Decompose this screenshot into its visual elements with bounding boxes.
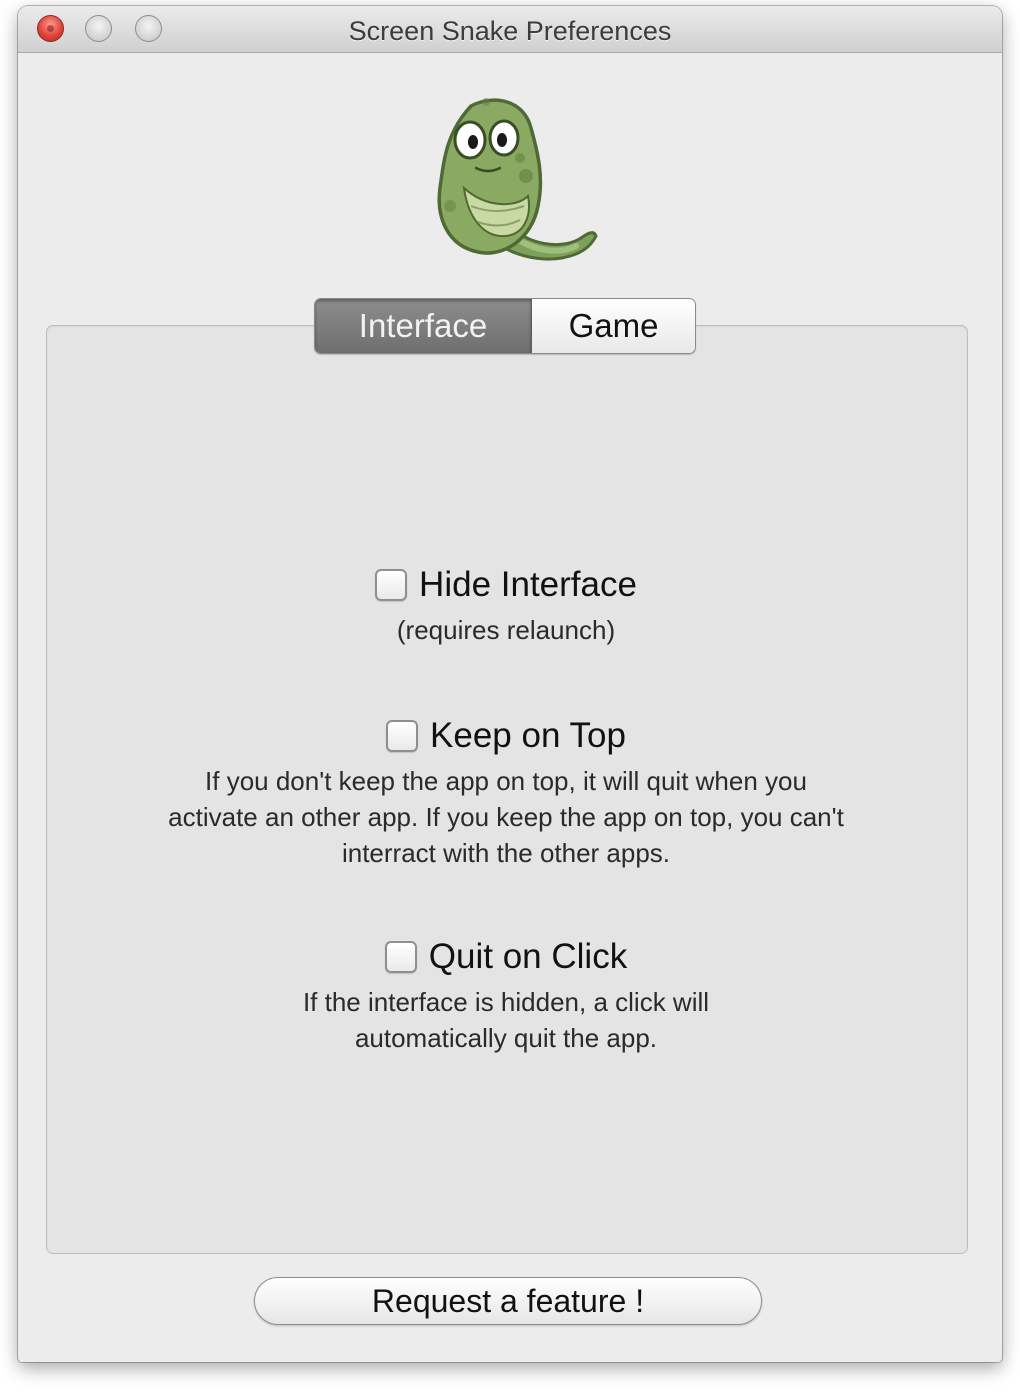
description-line: If the interface is hidden, a click will xyxy=(302,987,710,1017)
description-line: automatically quit the app. xyxy=(354,1023,658,1053)
keep-on-top-description: If you don't keep the app on top, it wil… xyxy=(46,763,966,871)
preferences-window: Screen Snake Preferences Interface Game … xyxy=(18,6,1002,1362)
title-bar[interactable]: Screen Snake Preferences xyxy=(18,6,1002,53)
tab-interface[interactable]: Interface xyxy=(315,299,532,353)
window-title: Screen Snake Preferences xyxy=(348,16,672,46)
hide-interface-label[interactable]: Hide Interface xyxy=(419,565,637,605)
tab-bar: Interface Game xyxy=(314,298,696,354)
hide-interface-option: Hide Interface (requires relaunch) xyxy=(46,565,966,648)
keep-on-top-label[interactable]: Keep on Top xyxy=(430,716,626,756)
hide-interface-checkbox[interactable] xyxy=(375,569,408,601)
quit-on-click-label[interactable]: Quit on Click xyxy=(429,937,627,977)
description-line: If you don't keep the app on top, it wil… xyxy=(205,766,807,796)
hide-interface-description: (requires relaunch) xyxy=(396,615,616,645)
quit-on-click-description: If the interface is hidden, a click will… xyxy=(46,984,966,1056)
request-feature-button[interactable]: Request a feature ! xyxy=(254,1277,762,1325)
description-line: activate an other app. If you keep the a… xyxy=(168,802,844,832)
description-line: interract with the other apps. xyxy=(341,838,671,868)
quit-on-click-checkbox[interactable] xyxy=(384,941,417,973)
snake-mascot-icon xyxy=(437,98,598,261)
tab-game[interactable]: Game xyxy=(532,299,695,353)
keep-on-top-option: Keep on Top If you don't keep the app on… xyxy=(46,716,966,871)
keep-on-top-checkbox[interactable] xyxy=(386,720,419,752)
quit-on-click-option: Quit on Click If the interface is hidden… xyxy=(46,937,966,1056)
